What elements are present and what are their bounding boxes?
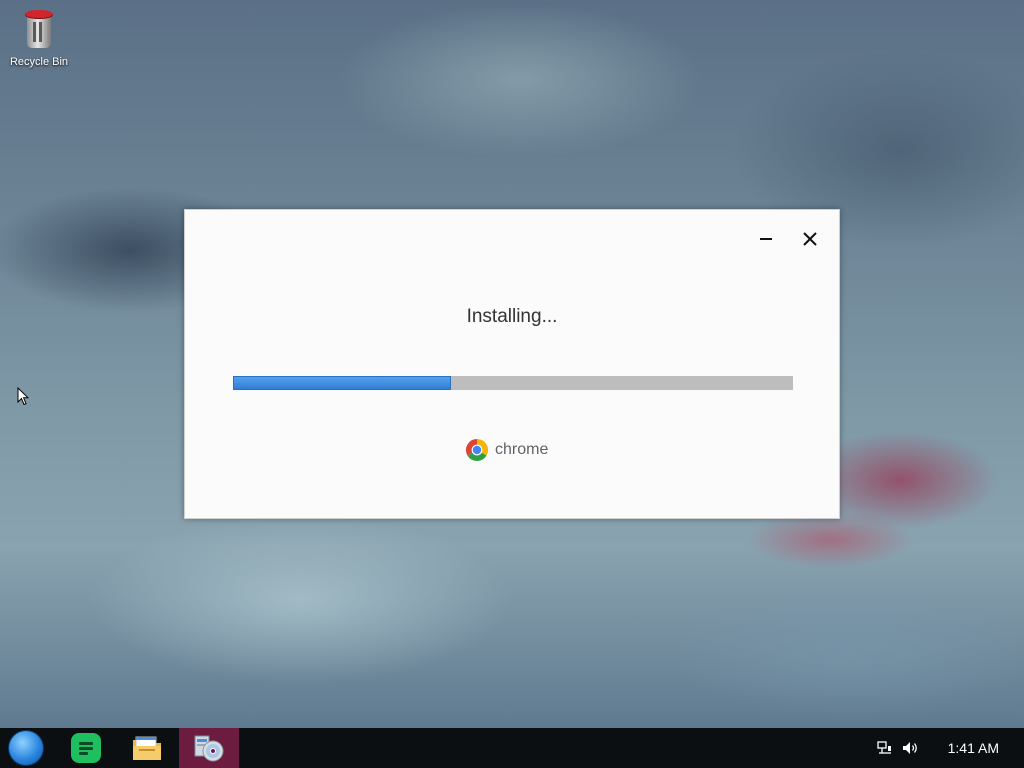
minimize-button[interactable]	[751, 224, 781, 254]
close-button[interactable]	[795, 224, 825, 254]
network-icon[interactable]	[877, 741, 893, 755]
taskbar-app-files[interactable]	[124, 728, 170, 768]
start-orb-icon	[9, 731, 43, 765]
disc-installer-icon	[194, 735, 224, 762]
mouse-pointer-icon	[17, 387, 29, 406]
chrome-wordmark: chrome	[495, 441, 549, 458]
volume-icon[interactable]	[902, 741, 920, 755]
close-icon	[803, 232, 817, 246]
recycle-bin-icon	[22, 8, 56, 50]
install-progress-bar	[233, 376, 793, 390]
install-progress-fill	[233, 376, 452, 390]
start-button[interactable]	[4, 728, 48, 768]
system-tray: 1:41 AM	[874, 728, 1024, 768]
taskbar: 1:41 AM	[0, 728, 1024, 768]
desktop: Recycle Bin Installing... chrome	[0, 0, 1024, 728]
taskbar-clock[interactable]: 1:41 AM	[948, 740, 999, 756]
notes-app-icon	[71, 733, 101, 763]
file-explorer-icon	[133, 736, 161, 760]
chrome-brand: chrome	[465, 438, 548, 462]
taskbar-app-disc[interactable]	[179, 728, 239, 768]
recycle-bin-shortcut[interactable]: Recycle Bin	[6, 6, 72, 76]
install-status-text: Installing...	[466, 306, 558, 327]
chrome-logo-icon	[465, 439, 489, 462]
recycle-bin-label: Recycle Bin	[9, 56, 69, 68]
chrome-installer-window: Installing... chrome	[184, 209, 840, 519]
taskbar-app-notes[interactable]	[64, 728, 108, 768]
minimize-icon	[760, 238, 772, 240]
